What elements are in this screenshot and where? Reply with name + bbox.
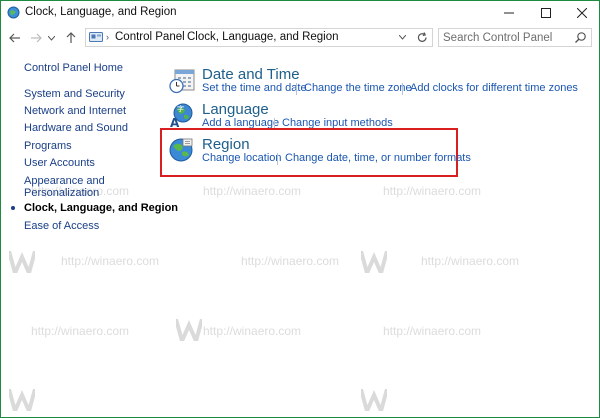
link-change-location[interactable]: Change location [202,152,282,164]
breadcrumb-current[interactable]: Clock, Language, and Region [187,31,339,43]
link-set-time-date[interactable]: Set the time and date [202,82,307,94]
clock-language-region-icon [7,6,20,19]
watermark-text: http://winaero.com [421,254,520,268]
watermark-text: http://winaero.com [383,324,482,338]
address-bar[interactable]: › Control Panel › Clock, Language, and R… [85,28,433,47]
clock-calendar-icon [169,69,195,94]
current-item-bullet [11,206,15,210]
search-input[interactable] [439,29,573,46]
sidebar-item-user-accounts[interactable]: User Accounts [24,157,95,170]
sidebar-item-control-panel-home[interactable]: Control Panel Home [24,62,123,75]
close-icon [577,7,587,18]
back-button[interactable] [7,30,23,46]
watermark-text: http://winaero.com [203,324,302,338]
svg-text:字: 字 [177,104,184,113]
navigation-bar: › Control Panel › Clock, Language, and R… [1,24,599,52]
title-bar: Clock, Language, and Region [1,1,599,24]
back-arrow-icon [9,33,20,43]
category-title-region[interactable]: Region [202,136,250,153]
forward-arrow-icon [31,33,42,43]
watermark-text: http://winaero.com [241,254,340,268]
address-dropdown-icon[interactable] [399,35,406,40]
watermark-text: http://winaero.com [383,184,482,198]
watermark-text: http://winaero.com [61,254,160,268]
minimize-icon [504,12,514,13]
search-box[interactable] [438,28,592,47]
close-button[interactable] [564,1,599,24]
link-add-clocks[interactable]: Add clocks for different time zones [410,82,578,94]
breadcrumb-control-panel[interactable]: Control Panel [115,31,185,43]
link-change-time-zone[interactable]: Change the time zone [304,82,412,94]
minimize-button[interactable] [491,1,527,24]
link-change-formats[interactable]: Change date, time, or number formats [285,152,471,164]
sidebar-item-clock-language-region: Clock, Language, and Region [24,202,179,214]
region-globe-icon [169,138,193,162]
watermark-logo [9,251,35,273]
sidebar-item-personalization[interactable]: Personalization [24,187,99,200]
maximize-icon [541,7,551,18]
forward-button[interactable] [28,30,44,46]
category-title-date-time[interactable]: Date and Time [202,66,300,83]
svg-text:A: A [170,116,180,128]
refresh-icon[interactable] [415,30,430,45]
chevron-down-icon [47,35,55,41]
sidebar-item-ease-of-access[interactable]: Ease of Access [24,220,99,233]
category-title-language[interactable]: Language [202,101,269,118]
up-arrow-icon [66,32,76,43]
link-separator [402,83,403,95]
window-title: Clock, Language, and Region [25,6,177,18]
recent-locations-button[interactable] [46,30,56,46]
link-separator [296,83,297,95]
link-separator [277,153,278,165]
up-button[interactable] [63,30,79,46]
breadcrumb-separator: › [106,32,109,42]
control-panel-window: Clock, Language, and Region › Control Pa… [0,0,600,418]
maximize-button[interactable] [528,1,564,24]
language-globe-icon: A 字 [170,103,193,128]
control-panel-icon [89,32,103,42]
sidebar-item-system-and-security[interactable]: System and Security [24,88,125,101]
sidebar-item-network-and-internet[interactable]: Network and Internet [24,105,126,118]
watermark-text: http://winaero.com [31,324,130,338]
breadcrumb-separator: › [179,32,182,42]
watermark-logo [361,251,387,273]
search-icon[interactable] [574,31,587,44]
watermark-logo [176,319,202,341]
watermark-text: http://winaero.com [203,184,302,198]
sidebar-item-hardware-and-sound[interactable]: Hardware and Sound [24,122,128,135]
watermark-logo [361,389,387,411]
watermark-logo [9,389,35,411]
sidebar-item-programs[interactable]: Programs [24,140,72,153]
